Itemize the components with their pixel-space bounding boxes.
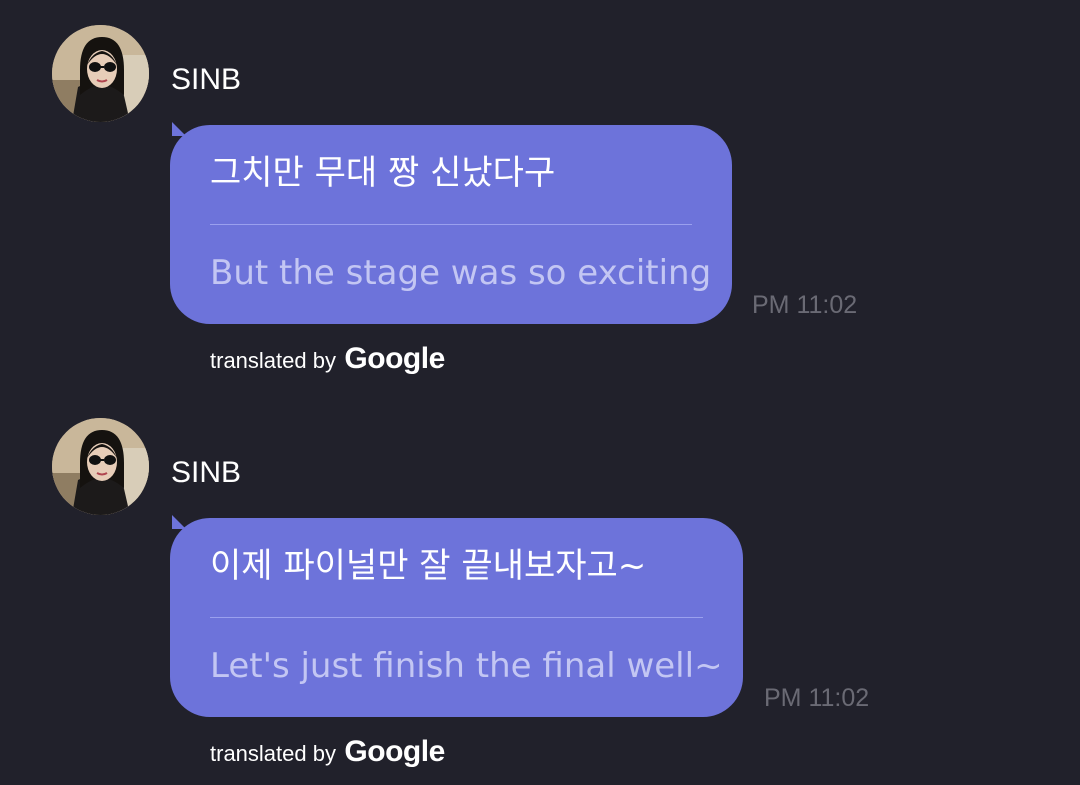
credit-prefix: translated by: [210, 348, 336, 373]
bubble-tail: [172, 122, 186, 136]
sender-name: SINB: [171, 456, 242, 489]
google-logo: Google: [344, 342, 445, 375]
google-logo: Google: [344, 735, 445, 768]
translation-credit: translated by Google: [210, 342, 445, 376]
bubble-tail: [172, 515, 186, 529]
message-bubble[interactable]: 그치만 무대 짱 신났다구 But the stage was so excit…: [170, 122, 732, 324]
sender-name: SINB: [171, 63, 242, 96]
original-message-text: 이제 파이널만 잘 끝내보자고~: [210, 546, 647, 586]
credit-prefix: translated by: [210, 741, 336, 766]
chat-message: SINB 그치만 무대 짱 신났다구 But the stage was so …: [0, 0, 1080, 392]
message-timestamp: PM 11:02: [764, 684, 870, 712]
translated-message-text: Let's just finish the final well~: [210, 646, 723, 686]
chat-message: SINB 이제 파이널만 잘 끝내보자고~ Let's just finish …: [0, 393, 1080, 785]
translation-divider: [210, 224, 692, 225]
profile-photo: [52, 25, 149, 122]
avatar[interactable]: [52, 418, 149, 515]
original-message-text: 그치만 무대 짱 신났다구: [210, 153, 556, 193]
message-timestamp: PM 11:02: [752, 291, 858, 319]
profile-photo: [52, 418, 149, 515]
avatar[interactable]: [52, 25, 149, 122]
translated-message-text: But the stage was so exciting: [210, 253, 712, 293]
translation-divider: [210, 617, 703, 618]
translation-credit: translated by Google: [210, 735, 445, 769]
message-bubble[interactable]: 이제 파이널만 잘 끝내보자고~ Let's just finish the f…: [170, 515, 743, 717]
